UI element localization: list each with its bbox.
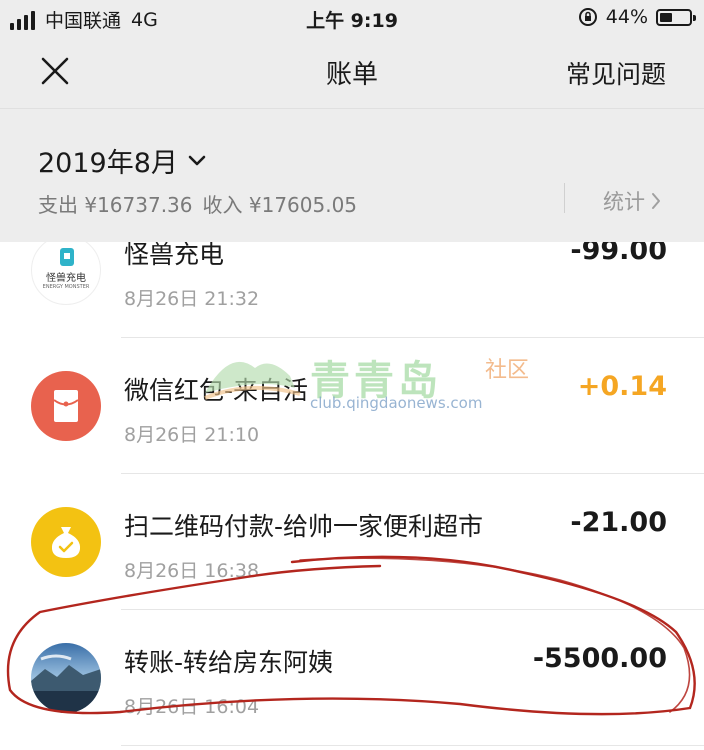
logo-subtext: ENERGY MONSTER: [42, 284, 90, 290]
income-total: 收入 ¥17605.05: [202, 193, 358, 217]
month-label: 2019年8月: [38, 148, 178, 179]
transaction-name: 微信红包-来自活: [124, 376, 309, 405]
list-item[interactable]: 扫二维码付款-给帅一家便利超市 8月26日 16:38 -21.00: [0, 474, 704, 610]
list-item[interactable]: 微信红包-来自活 8月26日 21:10 +0.14: [0, 338, 704, 474]
expense-total: 支出 ¥16737.36: [38, 193, 193, 217]
transaction-time: 8月26日 21:32: [124, 288, 260, 310]
divider: [564, 183, 565, 213]
transaction-amount: -99.00: [570, 242, 667, 266]
avatar: [31, 643, 101, 713]
status-bar: 中国联通 4G 上午 9:19 44%: [0, 0, 704, 36]
transaction-amount: -5500.00: [532, 643, 667, 674]
transaction-name: 转账-转给房东阿姨: [124, 648, 334, 677]
money-bag-icon: [31, 507, 101, 577]
transaction-amount: -21.00: [570, 507, 667, 538]
list-item[interactable]: 转账-转给房东阿姨 8月26日 16:04 -5500.00: [0, 610, 704, 746]
month-summary: 支出 ¥16737.36 收入 ¥17605.05: [38, 189, 357, 218]
transaction-amount: +0.14: [577, 371, 667, 402]
logo-text: 怪兽充电: [46, 273, 86, 284]
transaction-time: 8月26日 16:38: [124, 560, 260, 582]
rotation-lock-icon: [578, 8, 597, 26]
transaction-name: 扫二维码付款-给帅一家便利超市: [124, 512, 484, 541]
red-packet-icon: [31, 371, 101, 441]
status-right: 44%: [578, 6, 696, 28]
list-item[interactable]: 怪兽充电 ENERGY MONSTER 怪兽充电 8月26日 21:32 -99…: [0, 242, 704, 338]
transaction-list: 怪兽充电 ENERGY MONSTER 怪兽充电 8月26日 21:32 -99…: [0, 242, 704, 750]
row-divider: [121, 745, 704, 746]
battery-percent: 44%: [605, 6, 648, 28]
month-header: 2019年8月 支出 ¥16737.36 收入 ¥17605.05 统计: [0, 108, 704, 242]
chevron-right-icon: [652, 193, 660, 209]
month-selector[interactable]: 2019年8月: [38, 141, 206, 180]
faq-button[interactable]: 常见问题: [566, 55, 666, 91]
transaction-time: 8月26日 21:10: [124, 424, 260, 446]
close-icon[interactable]: [38, 54, 72, 88]
transaction-name: 怪兽充电: [124, 242, 225, 269]
transaction-time: 8月26日 16:04: [124, 696, 260, 718]
stats-label: 统计: [603, 190, 645, 214]
stats-button[interactable]: 统计: [603, 186, 661, 216]
energy-monster-logo: 怪兽充电 ENERGY MONSTER: [31, 242, 101, 305]
nav-bar: 账单 常见问题: [0, 36, 704, 108]
battery-icon: [656, 8, 696, 26]
chevron-down-icon: [188, 155, 206, 165]
